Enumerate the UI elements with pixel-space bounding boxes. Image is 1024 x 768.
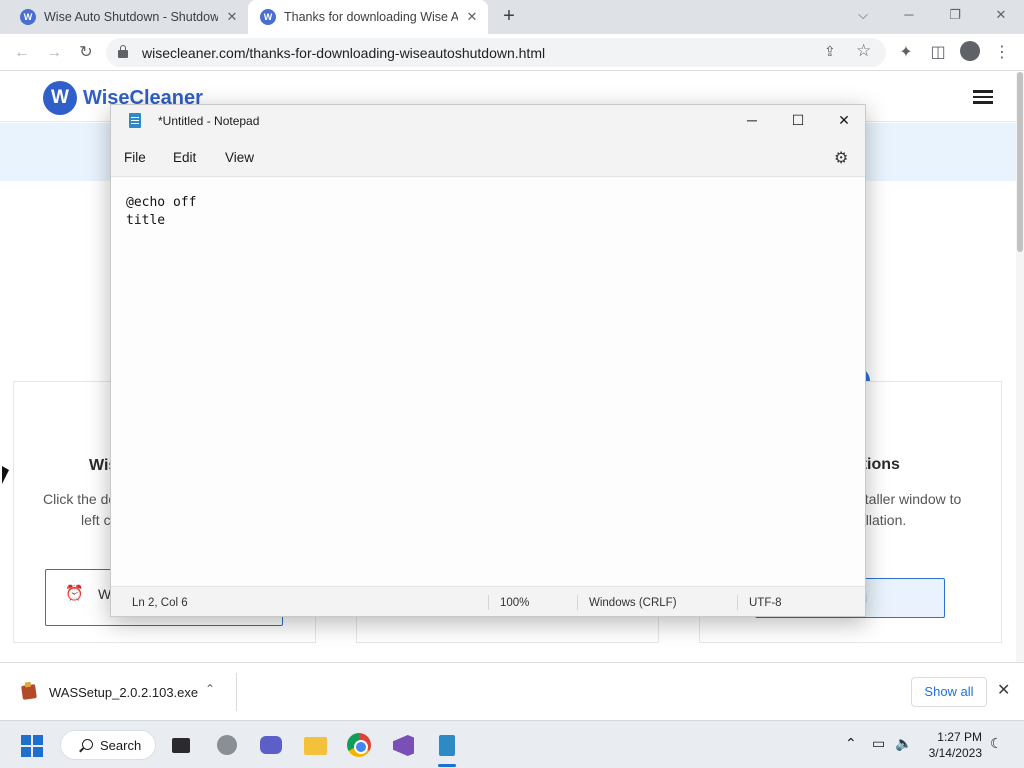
close-download-shelf-icon[interactable]: ✕ [997,680,1010,700]
tab-wise-auto-shutdown[interactable]: W Wise Auto Shutdown - Shutdown ✕ [8,0,248,34]
browser-menu-icon[interactable]: ⋮ [990,41,1014,65]
notepad-maximize-button[interactable]: ☐ [775,105,821,135]
share-icon[interactable]: ⇪ [824,43,836,60]
browser-tab-strip: W Wise Auto Shutdown - Shutdown ✕ W Than… [0,0,1024,34]
tray-overflow-chevron-icon[interactable]: ⌃ [845,735,857,752]
status-divider [737,595,738,610]
windows-taskbar: Search ⌃ ▭ 🔈 1:27 PM 3/14/2023 ☾ [0,720,1024,768]
profile-avatar[interactable] [960,41,980,61]
new-tab-button[interactable]: + [498,6,520,28]
text-line: title [126,213,166,228]
reload-button[interactable]: ↻ [74,41,98,65]
tab-thanks-for-downloading[interactable]: W Thanks for downloading Wise Au ✕ [248,0,488,34]
volume-icon[interactable]: 🔈 [895,735,912,752]
wisecleaner-logo-icon[interactable]: W [43,81,77,115]
line-ending: Windows (CRLF) [589,597,677,609]
clock-icon: ⏰ [65,585,84,602]
status-divider [488,595,489,610]
side-panel-icon[interactable]: ◫ [926,41,950,65]
url-text[interactable]: wisecleaner.com/thanks-for-downloading-w… [142,45,545,61]
search-label: Search [100,738,142,753]
notepad-menu-bar: File Edit View ⚙ [111,137,865,177]
browser-restore-button[interactable]: ❐ [932,0,978,30]
page-scrollbar[interactable] [1016,72,1024,662]
notepad-title-bar[interactable]: *Untitled - Notepad ─ ☐ ✕ [111,105,865,137]
download-divider [236,673,237,711]
tab-close-icon[interactable]: ✕ [224,9,240,25]
zoom-level: 100% [500,597,530,609]
taskbar-search-box[interactable]: Search [60,730,156,760]
notepad-close-button[interactable]: ✕ [821,105,867,135]
card-body-line: left c [81,512,111,528]
installer-file-icon [21,684,37,700]
back-button[interactable]: ← [10,41,34,65]
extensions-icon[interactable]: ✦ [894,41,918,65]
browser-close-button[interactable]: ✕ [978,0,1024,30]
edge-browser-icon[interactable] [214,732,240,758]
clock-date: 3/14/2023 [928,746,982,760]
card-body-line: nstaller window to [850,491,962,507]
cursor-position: Ln 2, Col 6 [132,597,188,609]
wisecleaner-favicon-icon: W [260,9,276,25]
download-shelf: WASSetup_2.0.2.103.exe ⌃ Show all ✕ [0,662,1024,720]
download-item[interactable]: WASSetup_2.0.2.103.exe [49,685,198,700]
bookmark-star-icon[interactable]: ☆ [856,41,871,61]
browser-minimize-button[interactable]: ─ [886,0,932,30]
mouse-cursor-icon [2,466,9,484]
card-body-line: Click the do [43,491,117,507]
tab-close-icon[interactable]: ✕ [464,9,480,25]
wisecleaner-favicon-icon: W [20,9,36,25]
notepad-status-bar: Ln 2, Col 6 100% Windows (CRLF) UTF-8 [111,586,865,616]
visual-studio-icon[interactable] [390,732,416,758]
chevron-up-icon[interactable]: ⌃ [205,682,215,696]
notepad-taskbar-icon[interactable] [434,732,460,767]
menu-view[interactable]: View [225,150,254,165]
task-view-icon[interactable] [168,732,194,758]
windows-start-icon[interactable] [21,735,43,757]
show-all-button[interactable]: Show all [911,677,987,707]
address-bar[interactable]: wisecleaner.com/thanks-for-downloading-w… [106,38,886,67]
hamburger-menu-icon[interactable] [973,90,993,104]
settings-gear-icon[interactable]: ⚙ [834,148,848,168]
status-divider [577,595,578,610]
scrollbar-thumb[interactable] [1017,72,1023,252]
tab-title: Wise Auto Shutdown - Shutdown [44,10,218,24]
file-explorer-icon[interactable] [302,732,328,758]
menu-file[interactable]: File [124,150,146,165]
text-line: @echo off [126,195,197,210]
clock-time: 1:27 PM [937,730,982,744]
teams-chat-icon[interactable] [258,732,284,758]
notepad-window: *Untitled - Notepad ─ ☐ ✕ File Edit View… [110,104,866,617]
text-encoding: UTF-8 [749,597,782,609]
clock[interactable]: 1:27 PM 3/14/2023 [926,729,982,761]
tab-title: Thanks for downloading Wise Au [284,10,458,24]
browser-toolbar: ← → ↻ wisecleaner.com/thanks-for-downloa… [0,34,1024,71]
notepad-text-area[interactable]: @echo off title [111,178,865,585]
tab-search-icon[interactable]: ⌵ [840,0,886,30]
notepad-window-title: *Untitled - Notepad [158,114,260,128]
notepad-minimize-button[interactable]: ─ [729,105,775,135]
menu-edit[interactable]: Edit [173,150,196,165]
lock-icon[interactable] [118,45,128,59]
notepad-app-icon [129,113,141,128]
chrome-icon[interactable] [346,732,372,758]
notification-icon[interactable]: ☾ [990,735,1003,752]
search-icon [82,739,93,750]
network-icon[interactable]: ▭ [872,735,885,752]
forward-button[interactable]: → [42,41,66,65]
